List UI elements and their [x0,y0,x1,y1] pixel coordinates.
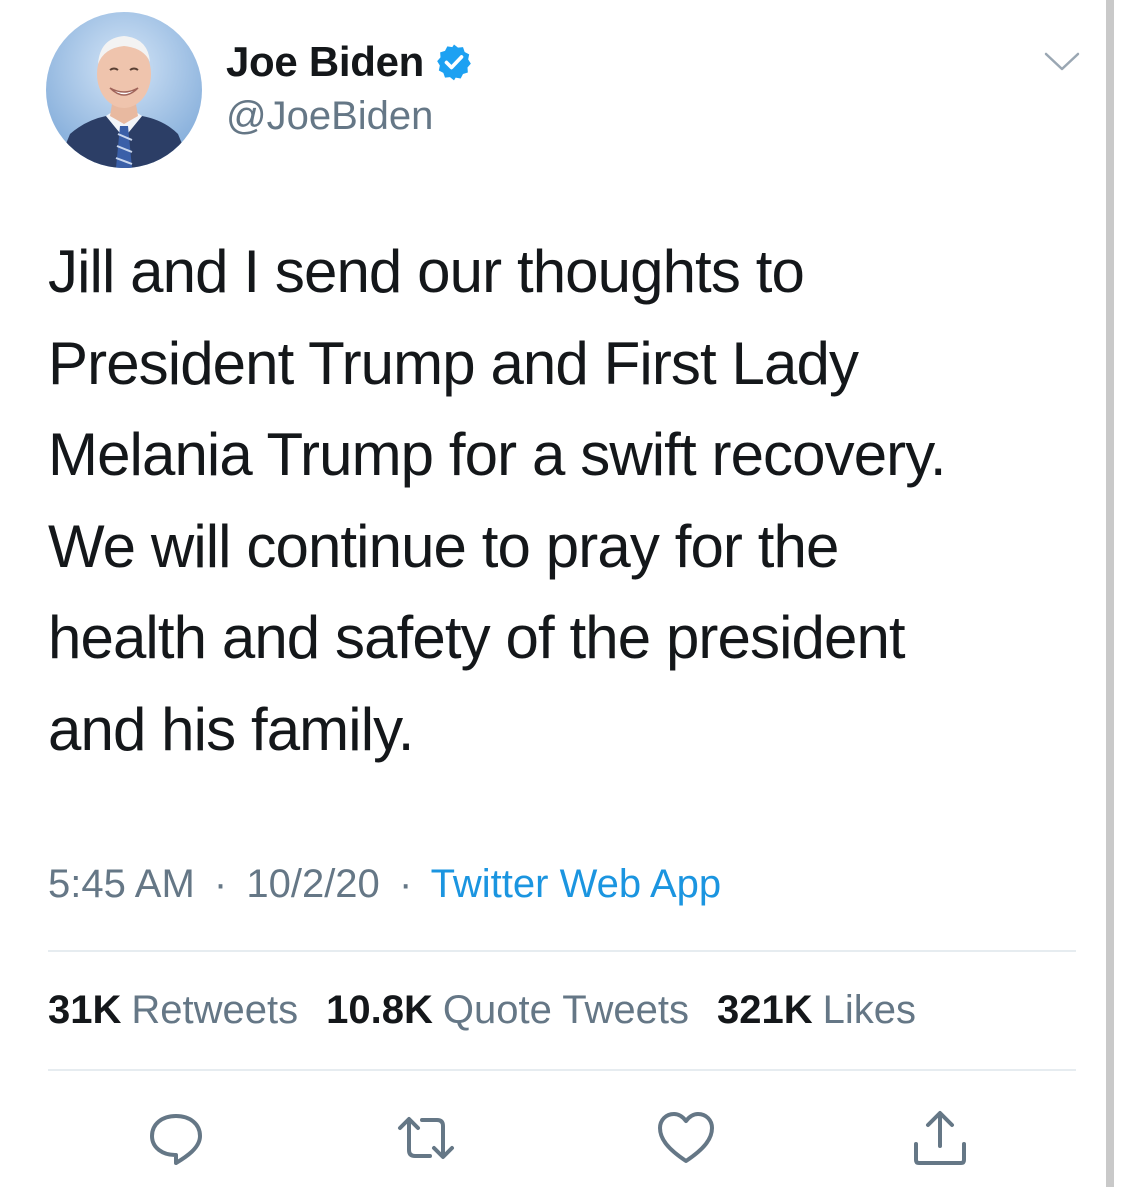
profile-photo-icon [46,12,202,168]
quote-tweets-count: 10.8K [326,988,433,1032]
like-icon[interactable] [654,1106,718,1170]
tweet-source-link[interactable]: Twitter Web App [431,862,722,906]
tweet-date[interactable]: 10/2/20 [246,862,379,906]
retweets-count: 31K [48,988,122,1032]
likes-count: 321K [716,988,813,1032]
quote-tweets-label: Quote Tweets [442,988,689,1032]
user-handle[interactable]: @JoeBiden [226,94,433,139]
quote-tweets-stat[interactable]: 10.8K Quote Tweets [326,988,689,1033]
separator: · [213,862,228,906]
tweet-time[interactable]: 5:45 AM [48,862,195,906]
tweet-actions-bar [0,1100,1124,1180]
divider [48,1069,1076,1071]
retweets-stat[interactable]: 31K Retweets [48,988,298,1033]
tweet-text: Jill and I send our thoughts to Presiden… [48,238,947,763]
tweet-detail-view: Joe Biden @JoeBiden Jill and I send our … [0,0,1124,1187]
retweet-icon[interactable] [394,1106,458,1170]
scrollbar[interactable] [1106,0,1114,1187]
display-name[interactable]: Joe Biden [226,38,474,86]
reply-icon[interactable] [144,1106,208,1170]
likes-stat[interactable]: 321K Likes [717,988,916,1033]
display-name-text: Joe Biden [226,38,425,85]
avatar[interactable] [46,12,202,168]
divider [48,950,1076,952]
separator: · [398,862,413,906]
engagement-stats: 31K Retweets 10.8K Quote Tweets 321K Likes [48,988,944,1033]
chevron-down-icon[interactable] [1043,50,1081,74]
verified-badge-icon [434,42,474,82]
likes-label: Likes [822,988,916,1032]
tweet-metadata: 5:45 AM · 10/2/20 · Twitter Web App [48,862,721,907]
share-icon[interactable] [908,1106,972,1170]
retweets-label: Retweets [131,988,299,1032]
